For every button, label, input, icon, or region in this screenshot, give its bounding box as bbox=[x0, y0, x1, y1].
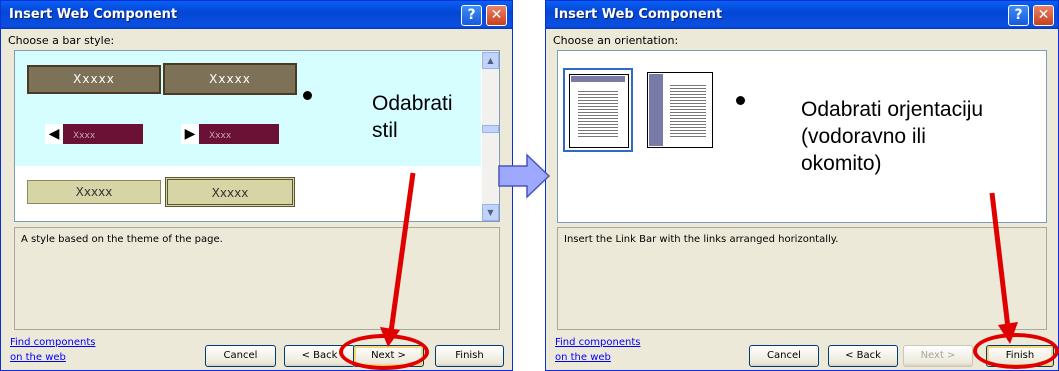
red-arrow-to-finish bbox=[989, 192, 1011, 329]
red-arrowhead-icon bbox=[380, 327, 400, 347]
red-arrow-to-next bbox=[388, 172, 416, 333]
connector-arrow-icon bbox=[498, 153, 551, 199]
annotation-arrows bbox=[380, 153, 1018, 347]
red-arrowhead-icon bbox=[998, 322, 1018, 344]
